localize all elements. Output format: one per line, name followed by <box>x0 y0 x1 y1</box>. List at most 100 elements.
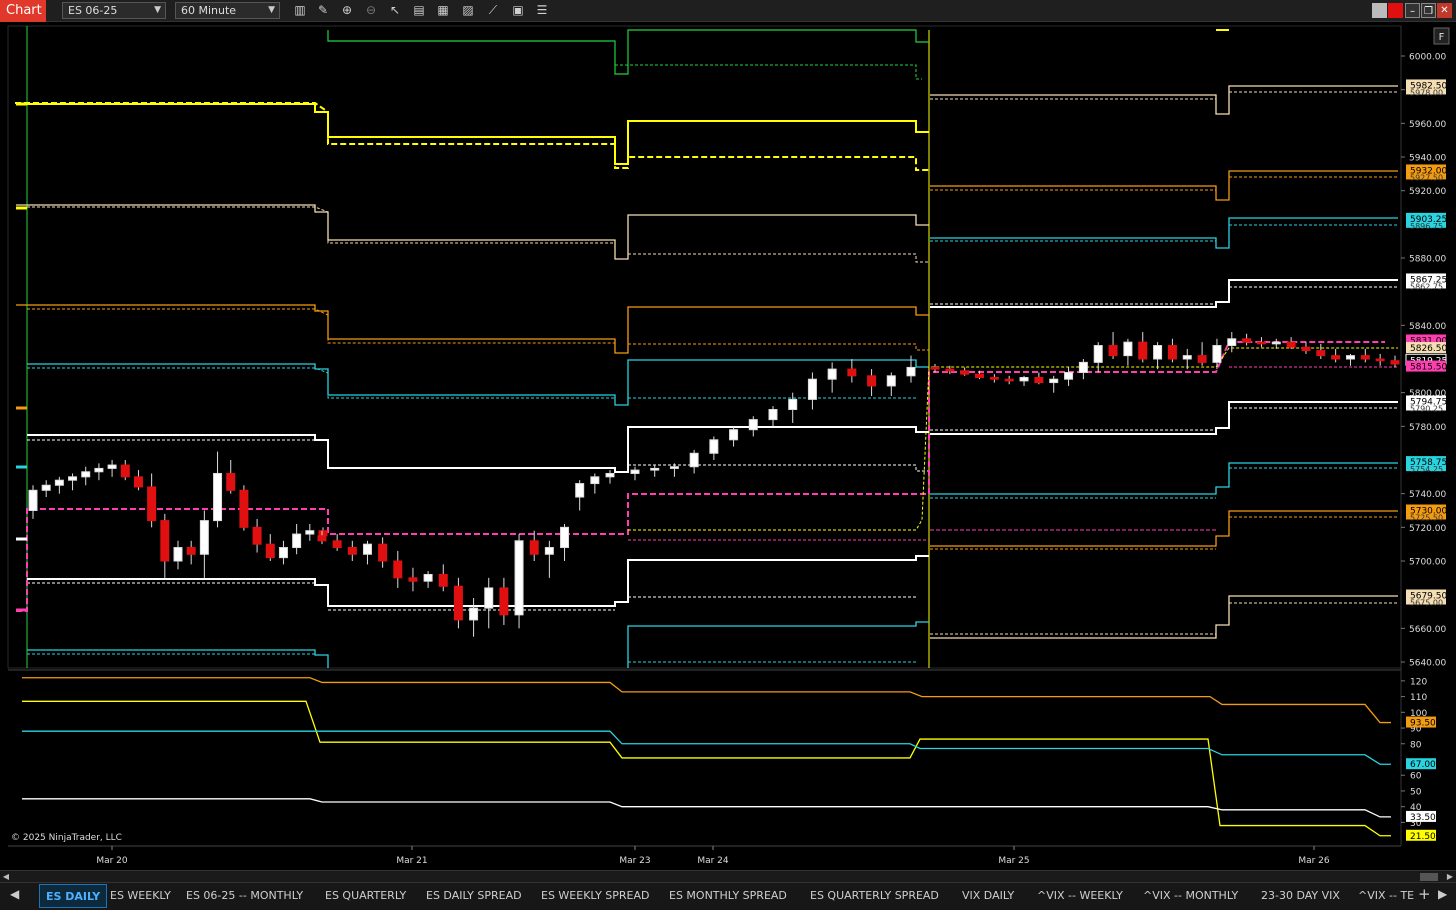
add-tab-icon[interactable]: + <box>1418 885 1431 903</box>
price-marker-sublabel: 5978.00 <box>1410 88 1443 97</box>
candle-body <box>199 520 209 555</box>
candle-body <box>1123 341 1133 357</box>
candle-body <box>650 467 660 471</box>
tab-es-daily[interactable]: ES DAILY <box>39 884 108 908</box>
tab-vix-weekly[interactable]: ^VIX -- WEEKLY <box>1037 883 1123 910</box>
tab-23-30-day-vix[interactable]: 23-30 DAY VIX <box>1261 883 1340 910</box>
price-marker-sublabel: 5862.75 <box>1410 282 1443 291</box>
candle-body <box>252 526 262 545</box>
candle-body <box>906 366 916 377</box>
templates-icon[interactable]: ▦ <box>434 2 452 19</box>
candle-body <box>867 375 877 387</box>
tab-es-quarterly[interactable]: ES QUARTERLY <box>325 883 406 910</box>
maximize-icon[interactable]: ❐ <box>1421 3 1436 18</box>
candle-body <box>590 476 600 485</box>
pointer-icon[interactable]: ↖ <box>386 2 404 19</box>
chart-window-tab[interactable]: Chart <box>0 0 46 22</box>
price-tick-label: 5780.00 <box>1409 423 1446 433</box>
candle-body <box>226 472 236 491</box>
chart-panel[interactable]: 6000.005980.005960.005940.005920.005880.… <box>0 22 1456 870</box>
indicators-icon[interactable]: ▨ <box>459 2 477 19</box>
time-tick-label: Mar 26 <box>1298 856 1330 866</box>
link-icon[interactable] <box>1388 3 1403 18</box>
price-tick-label: 5940.00 <box>1409 154 1446 164</box>
price-tick-label: 5960.00 <box>1409 120 1446 130</box>
properties-icon[interactable]: ▣ <box>509 2 527 19</box>
candle-body <box>81 471 91 478</box>
tab-vix-term[interactable]: ^VIX -- TER <box>1358 883 1414 910</box>
instrument-selector[interactable]: ES 06-25 ▼ <box>62 2 166 19</box>
interval-value: 60 Minute <box>181 4 237 17</box>
tab-es-weekly-spread[interactable]: ES WEEKLY SPREAD <box>541 883 650 910</box>
price-tick-label: 6000.00 <box>1409 53 1446 63</box>
candle-body <box>1197 355 1207 363</box>
indicator-tick-label: 120 <box>1410 677 1427 687</box>
time-tick-label: Mar 25 <box>998 856 1029 866</box>
candle-body <box>544 547 554 555</box>
candle-body <box>1345 355 1355 360</box>
pencil-icon[interactable]: ✎ <box>314 2 332 19</box>
data-box-icon[interactable]: ▤ <box>410 2 428 19</box>
candle-body <box>41 484 51 491</box>
indicator-tick-label: 80 <box>1410 740 1422 750</box>
indicator-marker-label: 67.00 <box>1410 760 1436 770</box>
price-marker-sublabel: 5896.75 <box>1410 222 1443 231</box>
candle-body <box>1167 345 1177 360</box>
tab-es-monthly[interactable]: ES 06-25 -- MONTHLY <box>186 883 303 910</box>
candle-body <box>186 547 196 555</box>
candle-body <box>239 489 249 528</box>
candle-body <box>748 419 758 431</box>
candle-body <box>120 464 130 478</box>
candle-body <box>265 543 275 559</box>
price-tick-label: 5700.00 <box>1409 558 1446 568</box>
candle-body <box>1375 358 1385 362</box>
close-icon[interactable]: ✕ <box>1437 3 1452 18</box>
candle-body <box>317 535 327 542</box>
tab-vix-daily[interactable]: VIX DAILY <box>962 883 1014 910</box>
strategies-icon[interactable]: ⟋ <box>484 2 502 19</box>
interval-selector[interactable]: 60 Minute ▼ <box>175 2 280 19</box>
minimize-icon[interactable]: – <box>1405 3 1420 18</box>
indicator-panel <box>8 672 1401 846</box>
list-icon[interactable]: ☰ <box>533 2 551 19</box>
candle-body <box>94 467 104 473</box>
candle-body <box>378 543 388 562</box>
zoom-out-icon[interactable]: ⊖ <box>362 2 380 19</box>
title-bar: Chart ES 06-25 ▼ 60 Minute ▼ ▥ ✎ ⊕ ⊖ ↖ ▤… <box>0 0 1456 22</box>
candle-body <box>575 483 585 498</box>
candle-body <box>1004 378 1014 382</box>
scroll-thumb[interactable] <box>1420 873 1438 881</box>
theme-icon[interactable] <box>1372 3 1387 18</box>
candle-body <box>393 560 403 579</box>
candle-body <box>408 577 418 582</box>
candle-body <box>514 540 524 616</box>
time-tick-label: Mar 21 <box>396 856 427 866</box>
bar-type-icon[interactable]: ▥ <box>291 2 309 19</box>
tab-es-quarterly-spread[interactable]: ES QUARTERLY SPREAD <box>810 883 939 910</box>
candle-body <box>827 368 837 380</box>
price-tick-label: 5640.00 <box>1409 659 1446 669</box>
copyright: © 2025 NinjaTrader, LLC <box>11 833 122 843</box>
candle-body <box>729 429 739 441</box>
tabs-scroll-right-icon[interactable]: ▶ <box>1438 887 1447 901</box>
price-marker-sublabel: 5675.00 <box>1410 599 1443 608</box>
candle-body <box>975 373 985 379</box>
candle-body <box>305 530 315 535</box>
tab-es-daily-spread[interactable]: ES DAILY SPREAD <box>426 883 522 910</box>
price-chart[interactable]: 6000.005980.005960.005940.005920.005880.… <box>0 22 1456 870</box>
tab-es-monthly-spread[interactable]: ES MONTHLY SPREAD <box>669 883 787 910</box>
indicator-tick-label: 110 <box>1410 693 1427 703</box>
horizontal-scrollbar[interactable]: ◀ ▶ <box>0 870 1456 882</box>
candle-body <box>886 375 896 387</box>
zoom-in-icon[interactable]: ⊕ <box>338 2 356 19</box>
candle-body <box>669 466 679 469</box>
candle-body <box>28 489 38 511</box>
tabs-scroll-left-icon[interactable]: ◀ <box>10 887 19 901</box>
candle-body <box>347 547 357 555</box>
candle-body <box>1153 345 1163 360</box>
candle-body <box>469 607 479 621</box>
tab-vix-monthly[interactable]: ^VIX -- MONTHLY <box>1143 883 1238 910</box>
candle-body <box>362 543 372 555</box>
tab-es-weekly[interactable]: ES WEEKLY <box>110 883 171 910</box>
candle-body <box>1049 378 1059 384</box>
